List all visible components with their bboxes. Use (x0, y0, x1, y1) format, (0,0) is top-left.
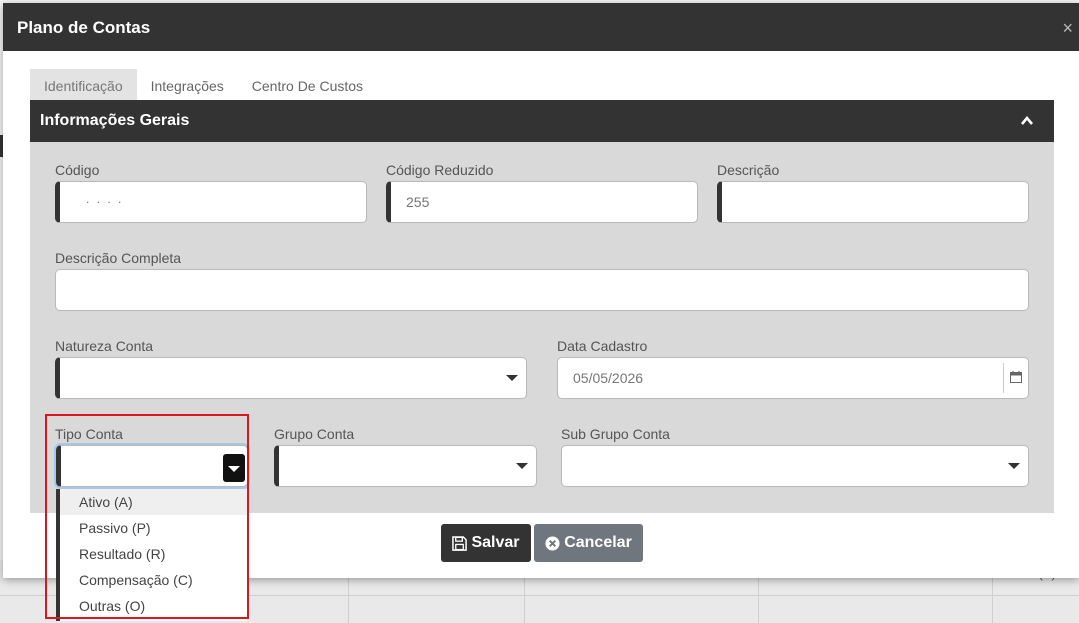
tipo-conta-select[interactable] (56, 445, 248, 487)
cancel-button-label: Cancelar (564, 534, 632, 551)
grupo-conta-select[interactable] (274, 445, 537, 487)
chevron-down-icon[interactable] (223, 454, 245, 482)
option-resultado[interactable]: Resultado (R) (60, 541, 247, 567)
codigo-value: . . . . (86, 192, 124, 206)
calendar-icon[interactable] (1010, 371, 1022, 383)
descricao-completa-input[interactable] (55, 269, 1029, 311)
sub-grupo-conta-label: Sub Grupo Conta (561, 426, 670, 442)
data-cadastro-input[interactable]: 05/05/2026 (557, 357, 1029, 399)
tab-identificacao[interactable]: Identificação (30, 69, 137, 101)
modal-header: Plano de Contas × (3, 3, 1079, 51)
option-outras[interactable]: Outras (O) (60, 593, 247, 619)
descricao-label: Descrição (717, 162, 780, 178)
sub-grupo-conta-select[interactable] (561, 445, 1029, 487)
codigo-reduzido-input[interactable]: 255 (386, 181, 698, 223)
codigo-input[interactable]: . . . . (55, 181, 367, 223)
panel-header[interactable]: Informações Gerais (30, 100, 1054, 142)
natureza-conta-select[interactable] (55, 357, 527, 399)
option-compensacao[interactable]: Compensação (C) (60, 567, 247, 593)
panel-title: Informações Gerais (40, 112, 190, 129)
chevron-down-icon (1008, 463, 1020, 469)
tab-centro-de-custos[interactable]: Centro De Custos (238, 69, 377, 101)
codigo-reduzido-label: Código Reduzido (386, 162, 494, 178)
grupo-conta-label: Grupo Conta (274, 426, 355, 442)
option-passivo[interactable]: Passivo (P) (60, 515, 247, 541)
tab-integracoes[interactable]: Integrações (137, 69, 238, 101)
tipo-conta-dropdown-list: Ativo (A) Passivo (P) Resultado (R) Comp… (56, 489, 247, 621)
data-cadastro-value: 05/05/2026 (573, 370, 644, 386)
tab-bar: Identificação Integrações Centro De Cust… (30, 69, 377, 101)
descricao-completa-label: Descrição Completa (55, 250, 182, 266)
divider (1003, 363, 1004, 393)
codigo-reduzido-value: 255 (406, 194, 430, 210)
natureza-conta-label: Natureza Conta (55, 338, 154, 354)
descricao-input[interactable] (717, 181, 1029, 223)
close-icon[interactable]: × (1062, 19, 1073, 37)
chevron-down-icon (516, 463, 528, 469)
save-button[interactable]: Salvar (441, 524, 531, 562)
cancel-circle-icon (545, 535, 560, 551)
codigo-label: Código (55, 162, 100, 178)
tipo-conta-label: Tipo Conta (55, 426, 123, 442)
chevron-up-icon[interactable] (1020, 114, 1034, 128)
data-cadastro-label: Data Cadastro (557, 338, 648, 354)
modal-title: Plano de Contas (17, 18, 151, 37)
option-ativo[interactable]: Ativo (A) (60, 489, 247, 515)
save-button-label: Salvar (471, 534, 520, 551)
floppy-disk-icon (452, 535, 468, 551)
chevron-down-icon (506, 375, 518, 381)
cancel-button[interactable]: Cancelar (534, 524, 643, 562)
